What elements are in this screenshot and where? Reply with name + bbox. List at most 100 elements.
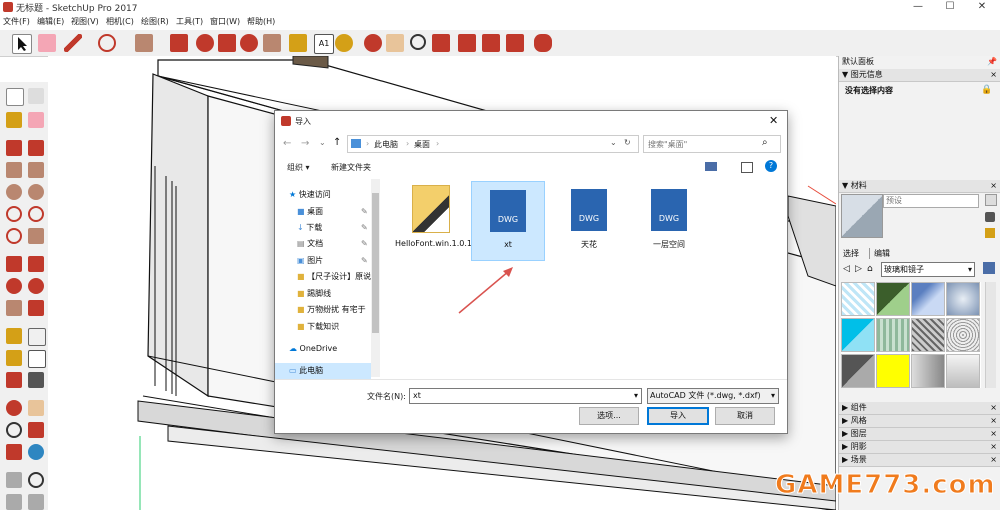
- back-nav-icon[interactable]: ←: [283, 138, 291, 149]
- look-around-icon[interactable]: [28, 472, 44, 488]
- zoom-extents-tool-icon[interactable]: [6, 444, 22, 460]
- pan-tool-icon[interactable]: [28, 400, 44, 416]
- dimension-tool-icon[interactable]: [28, 328, 46, 346]
- close-window-button[interactable]: ✕: [968, 0, 996, 14]
- up-folder-icon[interactable]: ↑: [333, 137, 341, 148]
- swatch-silver-mirror[interactable]: [946, 354, 980, 388]
- make-component-icon[interactable]: [28, 88, 44, 104]
- section-plane-icon[interactable]: [6, 494, 22, 510]
- 3d-text-icon[interactable]: [28, 372, 44, 388]
- nav-folder-download-knowledge[interactable]: ■ 下载知识: [275, 319, 371, 335]
- menu-edit[interactable]: 编辑(E): [37, 16, 64, 27]
- three-point-arc-icon[interactable]: [6, 228, 22, 244]
- entity-info-header[interactable]: ▼ 图元信息 ×: [839, 69, 1000, 82]
- rectangle-tool-icon[interactable]: [6, 162, 22, 178]
- breadcrumb-this-pc[interactable]: 此电脑: [374, 139, 398, 150]
- forward-arrow-icon[interactable]: ▷: [855, 264, 862, 274]
- walk-tool-icon[interactable]: [6, 472, 22, 488]
- eraser-tool-icon[interactable]: [28, 112, 44, 128]
- rotate-icon[interactable]: [240, 34, 258, 52]
- eraser-icon[interactable]: [38, 34, 56, 52]
- swatch-scrollbar[interactable]: [985, 282, 996, 388]
- recent-locations-icon[interactable]: ⌄: [319, 138, 326, 147]
- tape-measure-icon[interactable]: [289, 34, 307, 52]
- 3d-warehouse-icon[interactable]: [458, 34, 476, 52]
- material-collection-select[interactable]: 玻璃和镜子 ▾: [881, 262, 975, 277]
- extension-warehouse-icon[interactable]: [482, 34, 500, 52]
- file-item-first-floor[interactable]: DWG 一层空间: [633, 185, 705, 263]
- scenes-panel-header[interactable]: ▶ 场景 ×: [839, 454, 1000, 467]
- nav-scrollbar-thumb[interactable]: [372, 193, 379, 333]
- import-button[interactable]: 导入: [647, 407, 709, 425]
- zoom-icon[interactable]: [410, 34, 426, 50]
- pan-hand-icon[interactable]: [386, 34, 404, 52]
- zoom-window-icon[interactable]: [28, 422, 44, 438]
- arc-tool-icon[interactable]: [6, 206, 22, 222]
- zoom-extents-icon[interactable]: [432, 34, 450, 52]
- swatch-ribbed-glass[interactable]: [876, 318, 910, 352]
- send-to-layout-icon[interactable]: [506, 34, 524, 52]
- rotated-rectangle-icon[interactable]: [28, 162, 44, 178]
- shadows-close-icon[interactable]: ×: [990, 441, 997, 453]
- select-arrow-icon[interactable]: [12, 34, 32, 54]
- search-box[interactable]: 搜索"桌面" ⌕: [643, 135, 781, 153]
- swatch-yellow-glass[interactable]: [876, 354, 910, 388]
- text-tool-icon[interactable]: A1: [314, 34, 334, 54]
- entity-info-lock-icon[interactable]: 🔒: [981, 85, 992, 95]
- options-button[interactable]: 选项...: [579, 407, 639, 425]
- orbit-tool-icon[interactable]: [6, 400, 22, 416]
- nav-desktop[interactable]: ■ 桌面 ✎: [275, 204, 371, 220]
- organize-button[interactable]: 组织 ▾: [287, 162, 310, 173]
- nav-quick-access[interactable]: ★ 快速访问: [275, 187, 371, 203]
- move-tool-icon[interactable]: [6, 256, 22, 272]
- freehand-tool-icon[interactable]: [28, 140, 44, 156]
- preview-pane-icon[interactable]: [741, 162, 753, 173]
- offset-tool-icon[interactable]: [28, 300, 44, 316]
- push-pull-tool-icon[interactable]: [28, 256, 44, 272]
- address-bar[interactable]: › 此电脑 › 桌面 › ⌄ ↻: [347, 135, 639, 153]
- nav-pictures[interactable]: ▣ 图片 ✎: [275, 253, 371, 269]
- material-name-field[interactable]: 预设: [883, 194, 979, 208]
- dialog-close-icon[interactable]: ✕: [769, 114, 778, 127]
- components-close-icon[interactable]: ×: [990, 402, 997, 414]
- nav-onedrive[interactable]: ☁ OneDrive: [275, 341, 371, 357]
- entity-info-close-icon[interactable]: ×: [990, 69, 997, 81]
- tape-tool-icon[interactable]: [6, 328, 22, 344]
- materials-tab-select[interactable]: 选择: [843, 248, 859, 259]
- line-tool-icon[interactable]: [6, 140, 22, 156]
- pie-tool-icon[interactable]: [28, 228, 44, 244]
- swatch-blue-glass[interactable]: [911, 282, 945, 316]
- create-material-icon[interactable]: [985, 212, 995, 222]
- material-details-icon[interactable]: [983, 262, 995, 274]
- follow-me-icon[interactable]: [196, 34, 214, 52]
- home-icon[interactable]: ⌂: [867, 264, 873, 274]
- swatch-mirror[interactable]: [911, 354, 945, 388]
- swatch-textured-glass[interactable]: [911, 318, 945, 352]
- breadcrumb-desktop[interactable]: 桌面: [414, 139, 430, 150]
- components-panel-header[interactable]: ▶ 组件 ×: [839, 402, 1000, 415]
- position-camera-icon[interactable]: [28, 444, 44, 460]
- shadows-panel-header[interactable]: ▶ 阴影 ×: [839, 441, 1000, 454]
- swatch-cyan-glass[interactable]: [841, 318, 875, 352]
- forward-nav-icon[interactable]: →: [301, 138, 309, 149]
- zoom-tool-icon[interactable]: [6, 422, 22, 438]
- rotate-tool-icon[interactable]: [6, 278, 22, 294]
- follow-me-tool-icon[interactable]: [28, 278, 44, 294]
- menu-window[interactable]: 窗口(W): [210, 16, 240, 27]
- menu-draw[interactable]: 绘图(R): [141, 16, 169, 27]
- ruby-console-icon[interactable]: [534, 34, 552, 52]
- paint-tool-icon[interactable]: [6, 112, 22, 128]
- materials-close-icon[interactable]: ×: [990, 180, 997, 192]
- scale-icon[interactable]: [263, 34, 281, 52]
- menu-view[interactable]: 视图(V): [71, 16, 99, 27]
- cancel-button[interactable]: 取消: [715, 407, 775, 425]
- maximize-button[interactable]: ☐: [936, 0, 964, 14]
- scenes-close-icon[interactable]: ×: [990, 454, 997, 466]
- materials-header[interactable]: ▼ 材料 ×: [839, 180, 1000, 193]
- select-tool-icon[interactable]: [6, 88, 24, 106]
- menu-file[interactable]: 文件(F): [3, 16, 30, 27]
- filetype-select[interactable]: AutoCAD 文件 (*.dwg, *.dxf) ▾: [647, 388, 779, 404]
- address-dropdown-icon[interactable]: ⌄: [610, 138, 617, 147]
- orbit-icon[interactable]: [364, 34, 382, 52]
- menu-tools[interactable]: 工具(T): [176, 16, 203, 27]
